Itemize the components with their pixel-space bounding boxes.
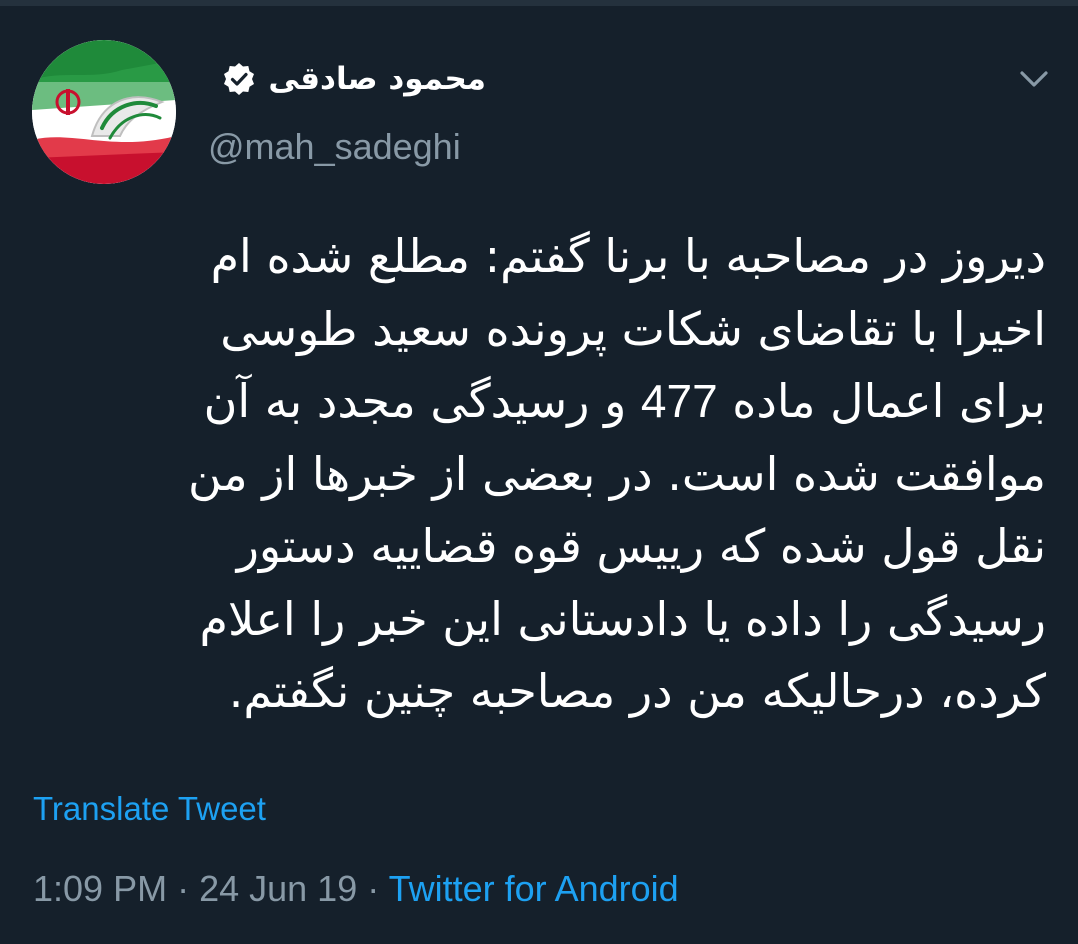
meta-separator: · bbox=[357, 868, 389, 909]
tweet-meta: 1:09 PM · 24 Jun 19 · Twitter for Androi… bbox=[33, 864, 679, 914]
translate-tweet-link[interactable]: Translate Tweet bbox=[33, 786, 266, 832]
author-name-row[interactable]: محمود صادقی bbox=[222, 54, 486, 104]
chevron-down-icon bbox=[1020, 71, 1048, 87]
tweet-text-line: موافقت شده است. در بعضی از خبرها از من bbox=[187, 446, 1046, 501]
author-handle[interactable]: @mah_sadeghi bbox=[208, 122, 461, 172]
tweet-text: دیروز در مصاحبه با برنا گفتم: مطلع شده ا… bbox=[40, 220, 1046, 728]
tweet-text-segment: و رسیدگی مجدد به آن bbox=[203, 374, 627, 428]
top-divider bbox=[0, 0, 1078, 6]
author-display-name[interactable]: محمود صادقی bbox=[268, 54, 486, 104]
tweet-text-line: برای اعمال ماده 477 و رسیدگی مجدد به آن bbox=[40, 365, 1046, 438]
verified-badge-icon bbox=[224, 63, 255, 95]
tweet-text-line: نقل قول شده که رییس قوه قضاییه دستور bbox=[236, 519, 1046, 573]
avatar-image bbox=[32, 40, 176, 184]
tweet-time[interactable]: 1:09 PM bbox=[33, 868, 167, 909]
tweet-text-line: کرده، درحالیکه من در مصاحبه چنین نگفتم. bbox=[228, 664, 1046, 718]
tweet-menu-button[interactable] bbox=[1016, 64, 1052, 92]
tweet-date[interactable]: 24 Jun 19 bbox=[199, 868, 357, 909]
tweet-source-link[interactable]: Twitter for Android bbox=[389, 868, 679, 909]
tweet-text-line: دیروز در مصاحبه با برنا گفتم: مطلع شده ا… bbox=[210, 229, 1046, 283]
tweet-text-line: اخیرا با تقاضای شکات پرونده سعید طوسی bbox=[220, 301, 1046, 356]
tweet-text-segment: برای اعمال ماده bbox=[732, 374, 1046, 428]
tweet-text-line: رسیدگی را داده یا دادستانی این خبر را اع… bbox=[199, 591, 1046, 646]
tweet-text-number: 477 bbox=[640, 375, 718, 427]
meta-separator: · bbox=[167, 868, 200, 909]
avatar[interactable] bbox=[32, 40, 176, 184]
